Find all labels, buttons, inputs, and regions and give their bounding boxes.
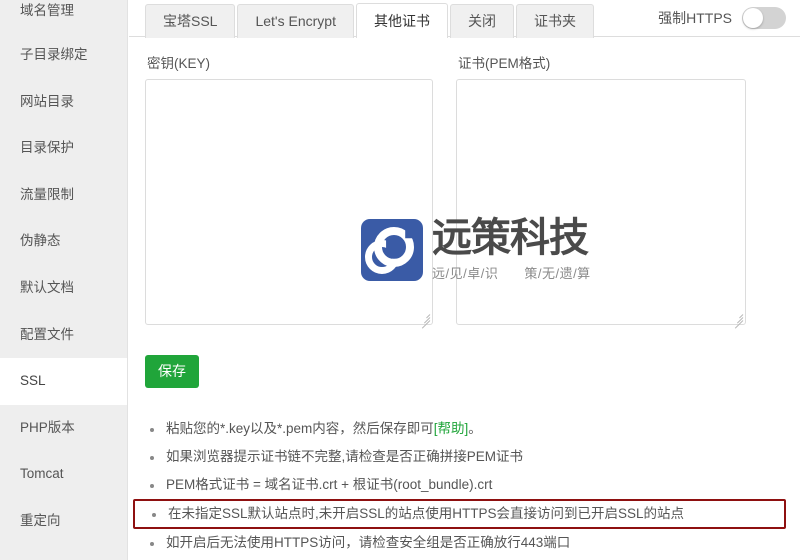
- sidebar-item-label: 目录保护: [20, 140, 74, 156]
- sidebar-item-label: 网站目录: [20, 93, 74, 109]
- sidebar-item-0[interactable]: 域名管理: [0, 0, 127, 32]
- tip-item: 粘贴您的*.key以及*.pem内容，然后保存即可[帮助]。: [129, 415, 800, 443]
- main-panel: 宝塔SSL Let's Encrypt 其他证书 关闭 证书夹 强制HTTPS 密钥(K…: [129, 0, 800, 560]
- sidebar-item-11[interactable]: 重定向: [0, 497, 127, 545]
- tab-bar: 宝塔SSL Let's Encrypt 其他证书 关闭 证书夹 强制HTTPS: [129, 0, 800, 39]
- pem-field-label: 证书(PEM格式): [458, 56, 551, 71]
- tip-text: PEM格式证书 = 域名证书.crt + 根证书(root_bundle).cr…: [166, 477, 493, 492]
- sidebar-item-4[interactable]: 流量限制: [0, 171, 127, 219]
- sidebar-item-1[interactable]: 子目录绑定: [0, 32, 127, 79]
- sidebar: 域名管理子目录绑定网站目录目录保护流量限制伪静态默认文档配置文件 SSL PHP版本…: [0, 0, 128, 560]
- tab-0[interactable]: 宝塔SSL: [145, 4, 236, 38]
- pem-input[interactable]: [457, 80, 745, 324]
- tab-3[interactable]: 关闭: [449, 4, 514, 38]
- force-https-control[interactable]: 强制HTTPS: [658, 7, 786, 29]
- tab-4[interactable]: 证书夹: [515, 4, 594, 38]
- sidebar-item-9[interactable]: PHP版本: [0, 404, 127, 452]
- tab-list: 宝塔SSL Let's Encrypt 其他证书 关闭 证书夹: [145, 3, 596, 39]
- tip-text: 粘贴您的*.key以及*.pem内容，然后保存即可: [166, 421, 434, 436]
- tip-text: 如开启后无法使用HTTPS访问，请检查安全组是否正确放行443端口: [166, 535, 571, 550]
- tip-text: 在未指定SSL默认站点时,未开启SSL的站点使用HTTPS会直接访问到已开启SS…: [168, 506, 685, 521]
- sidebar-item-label: 配置文件: [20, 326, 74, 342]
- key-field-group: 密钥(KEY): [145, 37, 433, 329]
- ssl-settings-page: 域名管理子目录绑定网站目录目录保护流量限制伪静态默认文档配置文件 SSL PHP版本…: [0, 0, 800, 560]
- tip-item: 在未指定SSL默认站点时,未开启SSL的站点使用HTTPS会直接访问到已开启SS…: [133, 499, 786, 529]
- sidebar-item-label: 流量限制: [20, 186, 74, 202]
- sidebar-item-10[interactable]: Tomcat: [0, 451, 127, 498]
- sidebar-item-2[interactable]: 网站目录: [0, 78, 127, 126]
- tab-label: 证书夹: [533, 13, 576, 29]
- tab-label: 其他证书: [373, 13, 430, 29]
- help-link[interactable]: [帮助]: [434, 421, 469, 436]
- force-https-label: 强制HTTPS: [658, 10, 732, 26]
- tip-text: 如果浏览器提示证书链不完整,请检查是否正确拼接PEM证书: [166, 449, 524, 464]
- sidebar-item-label: 域名管理: [20, 3, 74, 18]
- force-https-toggle[interactable]: [742, 7, 786, 29]
- tip-text-suffix: 。: [468, 421, 482, 436]
- key-input[interactable]: [146, 80, 432, 324]
- tip-item: PEM格式证书 = 域名证书.crt + 根证书(root_bundle).cr…: [129, 471, 800, 499]
- sidebar-item-label: 重定向: [20, 512, 61, 528]
- sidebar-item-label: 子目录绑定: [20, 47, 88, 62]
- tip-item: 如果浏览器提示证书链不完整,请检查是否正确拼接PEM证书: [129, 443, 800, 471]
- tab-label: 宝塔SSL: [163, 13, 218, 29]
- sidebar-item-7[interactable]: 配置文件: [0, 311, 127, 359]
- pem-textarea-wrapper[interactable]: [456, 79, 746, 329]
- toggle-knob: [743, 8, 763, 28]
- key-textarea-wrapper[interactable]: [145, 79, 433, 329]
- key-field-label: 密钥(KEY): [147, 56, 211, 71]
- tip-item: 如开启后无法使用HTTPS访问，请检查安全组是否正确放行443端口: [129, 529, 800, 557]
- sidebar-item-8[interactable]: SSL: [0, 358, 127, 405]
- sidebar-item-label: Tomcat: [20, 466, 64, 482]
- pem-field-group: 证书(PEM格式): [456, 37, 746, 329]
- save-button[interactable]: 保存: [145, 355, 199, 388]
- tab-2[interactable]: 其他证书: [355, 3, 448, 39]
- tab-1[interactable]: Let's Encrypt: [237, 4, 354, 38]
- sidebar-item-label: 伪静态: [20, 233, 61, 249]
- sidebar-item-label: SSL: [20, 373, 46, 389]
- tab-label: 关闭: [467, 13, 496, 29]
- sidebar-item-5[interactable]: 伪静态: [0, 218, 127, 265]
- sidebar-item-label: PHP版本: [20, 419, 75, 435]
- sidebar-item-label: 默认文档: [20, 279, 74, 295]
- sidebar-item-6[interactable]: 默认文档: [0, 264, 127, 312]
- tips-list: 粘贴您的*.key以及*.pem内容，然后保存即可[帮助]。如果浏览器提示证书链…: [129, 415, 800, 557]
- sidebar-item-3[interactable]: 目录保护: [0, 125, 127, 172]
- tab-label: Let's Encrypt: [255, 13, 336, 29]
